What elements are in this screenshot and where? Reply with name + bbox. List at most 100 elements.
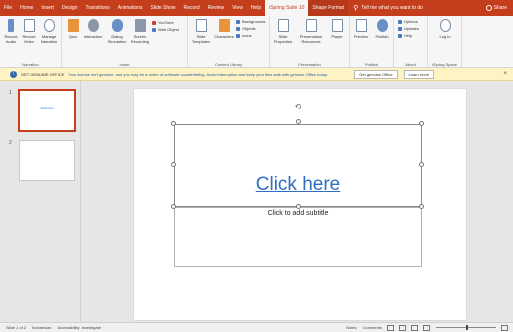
presentation-resources-button[interactable]: Presentation Resources — [296, 19, 326, 44]
manage-narration-button[interactable]: Manage Narration — [39, 19, 59, 44]
publish-button[interactable]: Publish — [372, 19, 392, 39]
group-about: Options Updates Help About — [394, 16, 428, 68]
updates-icon — [398, 26, 402, 31]
selection-handle-top-right[interactable] — [419, 121, 424, 126]
learn-more-button[interactable]: Learn more — [403, 69, 435, 79]
tab-file[interactable]: File — [0, 0, 16, 16]
player-label: Player — [331, 34, 343, 39]
youtube-button[interactable]: YouTube — [152, 20, 174, 25]
group-ispring-space-label: iSpring Space — [432, 62, 457, 67]
characters-button[interactable]: Characters — [214, 19, 234, 39]
tab-slide-show[interactable]: Slide Show — [147, 0, 180, 16]
info-icon: ! — [10, 70, 17, 78]
share-button[interactable]: Share — [485, 5, 513, 11]
slide-thumbnail-2[interactable] — [19, 140, 75, 181]
options-button[interactable]: Options — [398, 19, 418, 24]
comments-button[interactable]: Comments — [363, 325, 382, 330]
ribbon-tab-bar: File Home Insert Design Transitions Anim… — [0, 0, 513, 16]
objects-button[interactable]: Objects — [236, 26, 256, 31]
quiz-button[interactable]: Quiz — [66, 19, 80, 39]
player-icon — [331, 19, 343, 32]
record-video-button[interactable]: Record Video — [21, 19, 37, 44]
selection-handle-top-left[interactable] — [171, 121, 176, 126]
tell-me-search[interactable]: ⚲ Tell me what you want to do — [353, 4, 423, 12]
rotate-handle-icon[interactable] — [295, 103, 302, 110]
subtitle-placeholder[interactable]: Click to add subtitle — [174, 207, 422, 267]
selection-handle-left[interactable] — [171, 162, 176, 167]
genuine-office-infobar: ! GET GENUINE OFFICE Your license isn't … — [0, 68, 513, 81]
get-genuine-office-button[interactable]: Get genuine Office — [354, 69, 398, 79]
title-placeholder[interactable]: Click here — [174, 124, 422, 207]
language[interactable]: Indonesian — [32, 325, 52, 330]
group-publish: Preview Publish Publish — [350, 16, 394, 68]
accessibility-status[interactable]: Accessibility: Investigate — [58, 325, 101, 330]
tab-view[interactable]: View — [228, 0, 247, 16]
reading-view-icon[interactable] — [411, 324, 418, 331]
tab-review[interactable]: Review — [204, 0, 228, 16]
selection-handle-bottom-right[interactable] — [419, 204, 424, 209]
icons-button[interactable]: Icons — [236, 33, 252, 38]
record-audio-button[interactable]: Record Audio — [3, 19, 19, 44]
selection-handle-right[interactable] — [419, 162, 424, 167]
screen-recording-button[interactable]: Screen Recording — [129, 19, 151, 44]
slideshow-icon[interactable] — [423, 324, 430, 331]
normal-view-icon[interactable] — [387, 324, 394, 331]
help-button[interactable]: Help — [398, 33, 412, 38]
dialog-simulation-button[interactable]: Dialog Simulation — [106, 19, 128, 44]
status-right: Notes Comments — [340, 324, 513, 331]
presentation-resources-label: Presentation Resources — [299, 34, 323, 44]
interaction-icon — [87, 19, 99, 32]
log-in-button[interactable]: Log In — [436, 19, 454, 39]
slide-templates-icon — [195, 19, 207, 32]
preview-button[interactable]: Preview — [352, 19, 370, 39]
slide-title[interactable]: Click here — [175, 174, 421, 196]
infobar-message-link[interactable]: Your license isn't genuine, and you may … — [68, 72, 348, 77]
backgrounds-icon — [236, 19, 240, 24]
tab-shape-format[interactable]: Shape Format — [308, 0, 349, 16]
selection-handle-top[interactable] — [296, 119, 301, 124]
slide-templates-label: Slide Templates — [191, 34, 211, 44]
selection-handle-bottom[interactable] — [296, 204, 301, 209]
slide-templates-button[interactable]: Slide Templates — [190, 19, 212, 44]
slide-properties-button[interactable]: Slide Properties — [272, 19, 294, 44]
updates-button[interactable]: Updates — [398, 26, 419, 31]
slide-number-2: 2 — [9, 140, 12, 146]
backgrounds-button[interactable]: Backgrounds — [236, 19, 265, 24]
tab-home[interactable]: Home — [16, 0, 37, 16]
close-icon[interactable]: × — [503, 71, 507, 77]
characters-label: Characters — [214, 34, 234, 39]
help-icon — [398, 33, 402, 38]
zoom-slider-knob[interactable] — [466, 325, 468, 330]
tab-design[interactable]: Design — [58, 0, 82, 16]
tab-animations[interactable]: Animations — [114, 0, 147, 16]
slide-thumbnail-1[interactable]: Click here — [18, 89, 76, 132]
tab-record[interactable]: Record — [180, 0, 204, 16]
group-content-library: Slide Templates Characters Backgrounds O… — [188, 16, 270, 68]
interaction-button[interactable]: Interaction — [82, 19, 104, 39]
ispring-ribbon: Record Audio Record Video Manage Narrati… — [0, 16, 513, 68]
tab-ispring-suite[interactable]: iSpring Suite 10 — [265, 0, 309, 16]
objects-label: Objects — [242, 26, 256, 31]
tab-insert[interactable]: Insert — [37, 0, 58, 16]
notes-button[interactable]: Notes — [346, 325, 356, 330]
selection-handle-bottom-left[interactable] — [171, 204, 176, 209]
group-presentation-label: Presentation — [298, 62, 321, 67]
fit-to-window-icon[interactable] — [501, 324, 508, 331]
slide-subtitle[interactable]: Click to add subtitle — [175, 210, 421, 217]
tell-me-text: Tell me what you want to do — [361, 5, 423, 11]
slide-sorter-icon[interactable] — [399, 324, 406, 331]
tab-help[interactable]: Help — [247, 0, 265, 16]
tab-transitions[interactable]: Transitions — [82, 0, 114, 16]
web-object-button[interactable]: Web Object — [152, 27, 179, 32]
zoom-slider[interactable] — [436, 325, 496, 330]
slide-canvas[interactable]: Click here Click to add subtitle — [134, 89, 466, 320]
updates-label: Updates — [404, 26, 419, 31]
record-video-label: Record Video — [22, 34, 36, 44]
icons-library-icon — [236, 33, 240, 38]
group-about-label: About — [405, 62, 416, 67]
resources-icon — [305, 19, 317, 32]
camera-icon — [23, 19, 35, 32]
log-in-label: Log In — [439, 34, 451, 39]
dialog-simulation-label: Dialog Simulation — [107, 34, 127, 44]
player-button[interactable]: Player — [328, 19, 346, 39]
